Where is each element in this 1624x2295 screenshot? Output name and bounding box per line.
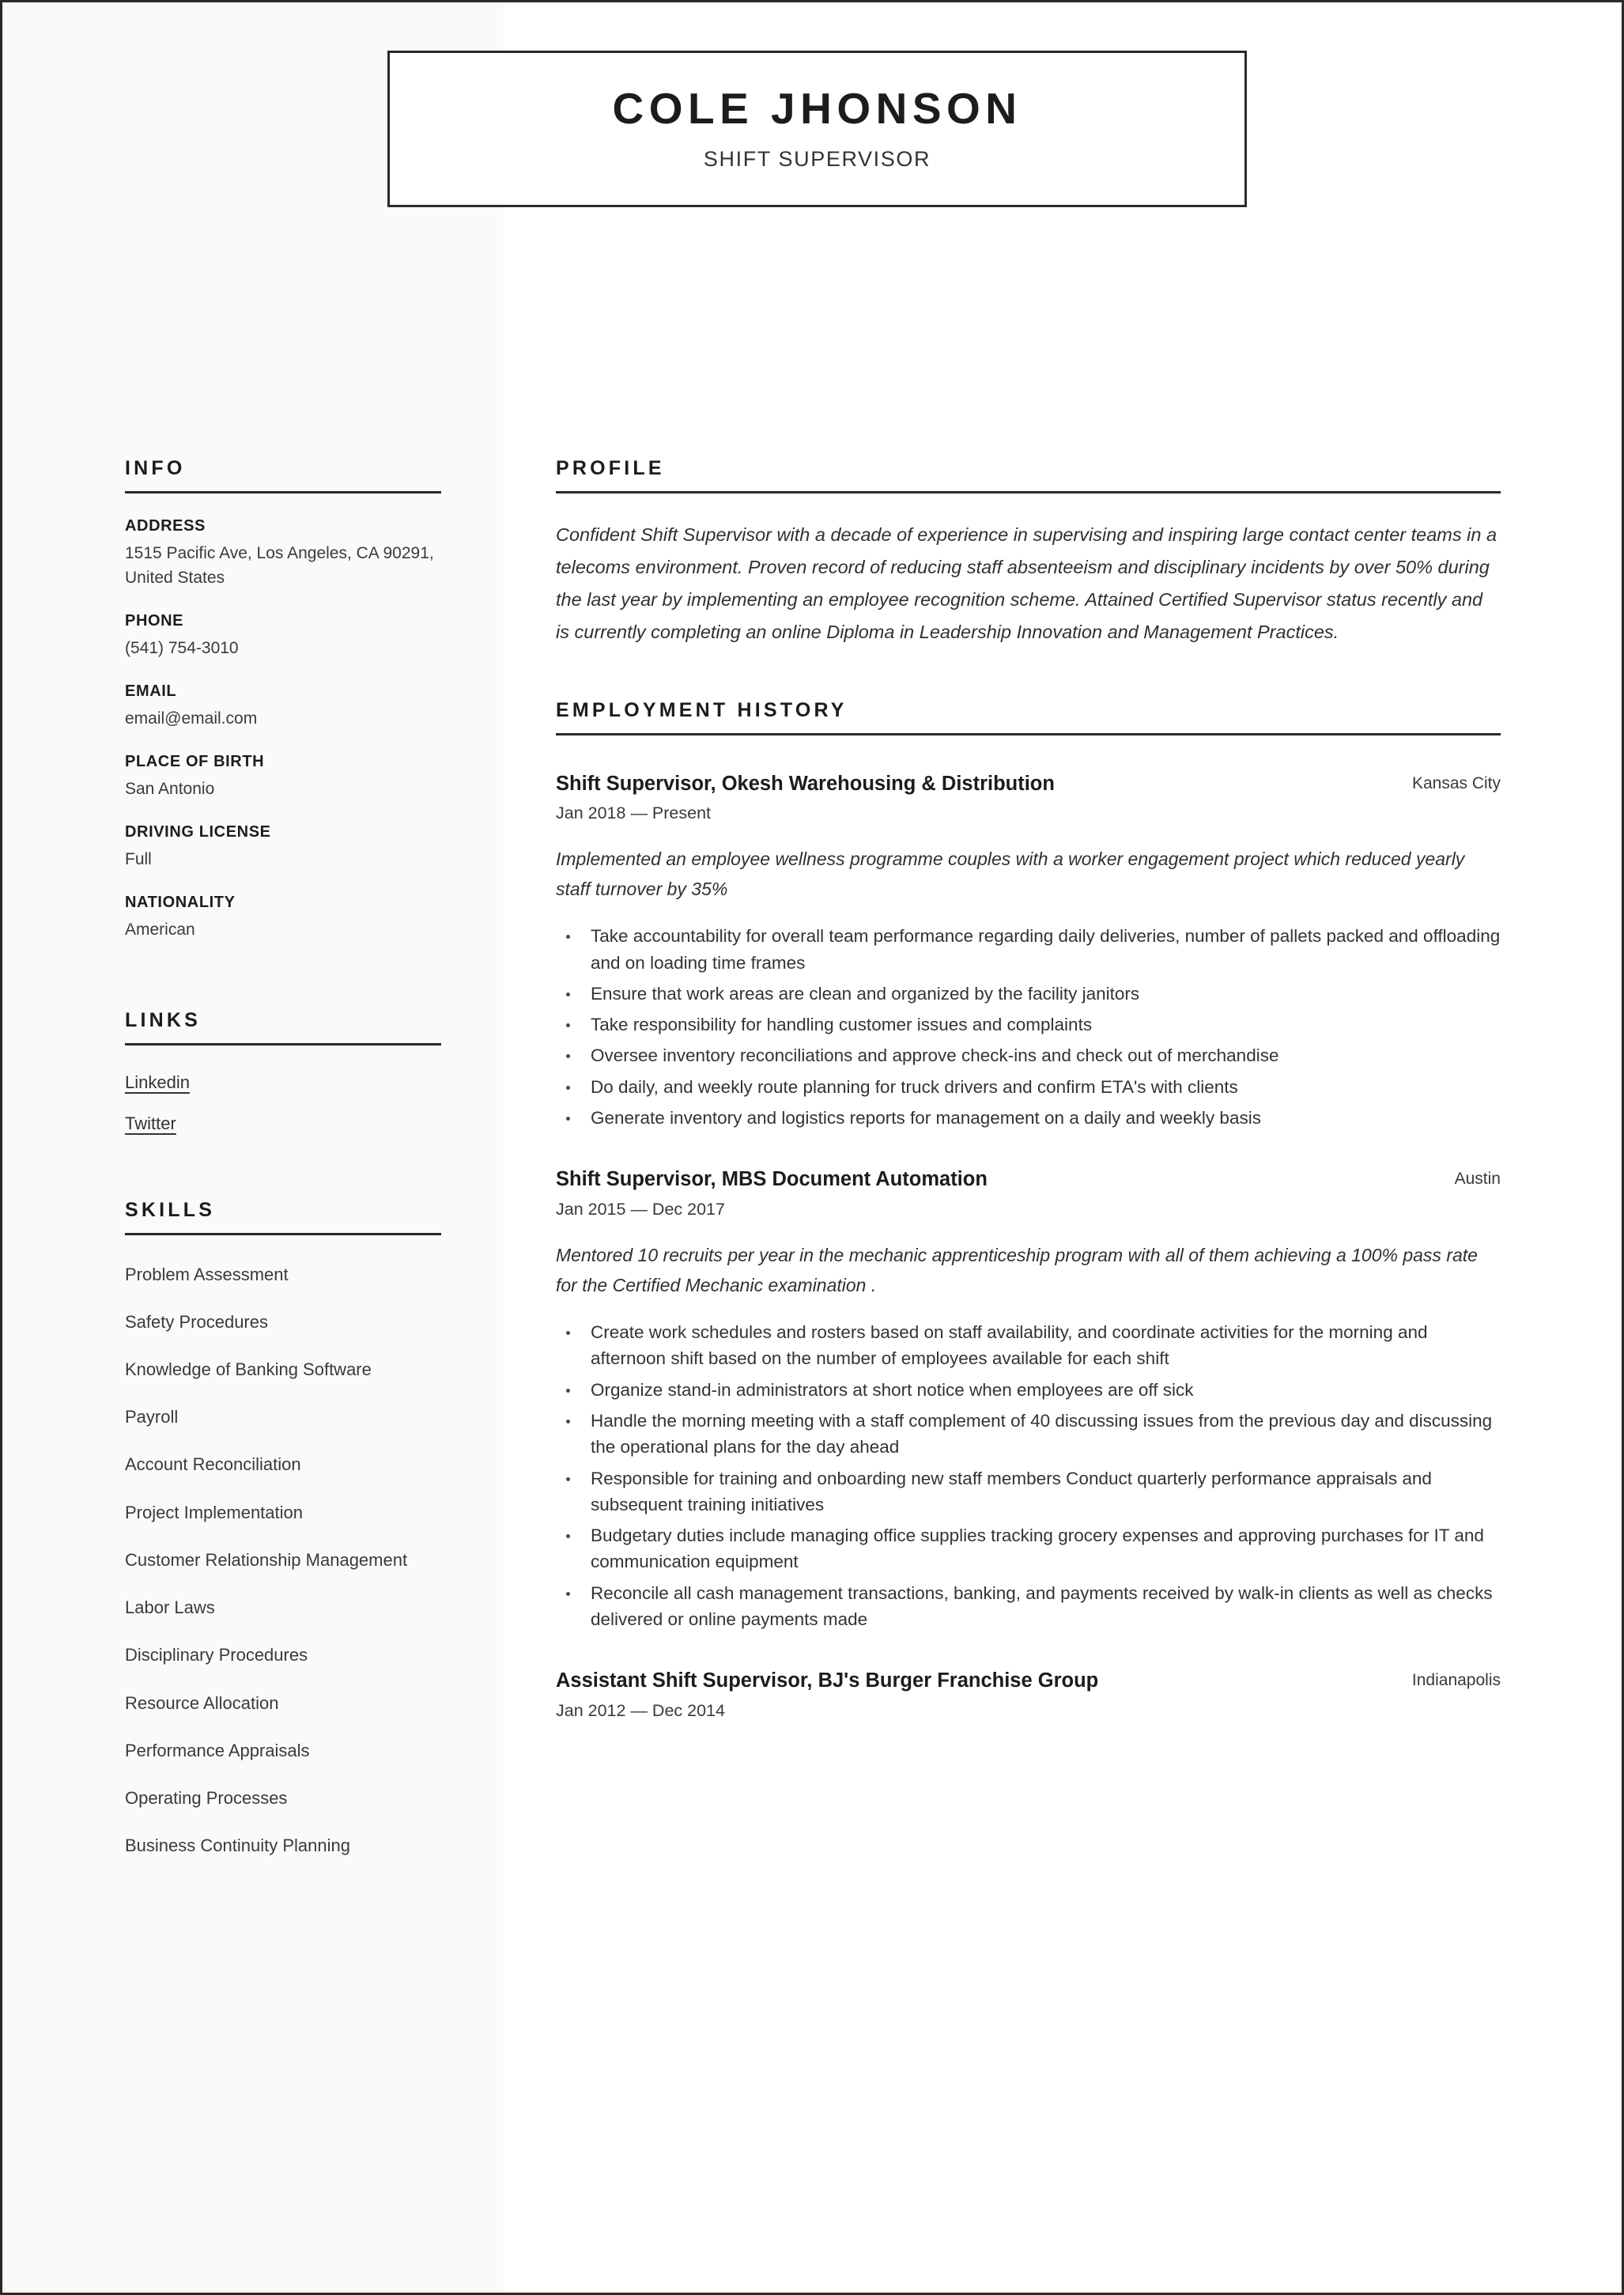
employment-section: EMPLOYMENT HISTORY Shift Supervisor, Oke… xyxy=(556,699,1501,1721)
skills-spacer xyxy=(125,1155,441,1199)
link-twitter[interactable]: Twitter xyxy=(125,1113,176,1134)
job-title: Assistant Shift Supervisor, BJ's Burger … xyxy=(556,1669,1099,1692)
job-location: Austin xyxy=(1454,1170,1501,1189)
main-column: PROFILE Confident Shift Supervisor with … xyxy=(556,457,1501,1721)
skills-heading: SKILLS xyxy=(125,1198,216,1221)
info-item-phone: PHONE (541) 754-3010 xyxy=(125,612,441,660)
skill-item: Project Implementation xyxy=(125,1502,303,1522)
job-bullet: Budgetary duties include managing office… xyxy=(556,1522,1501,1575)
job-location: Kansas City xyxy=(1411,773,1501,792)
skill-item: Resource Allocation xyxy=(125,1692,279,1713)
skill-item: Performance Appraisals xyxy=(125,1740,310,1760)
info-value: (541) 754-3010 xyxy=(125,639,239,658)
info-value: email@email.com xyxy=(125,709,258,728)
info-item-address: ADDRESS 1515 Pacific Ave, Los Angeles, C… xyxy=(125,517,441,590)
job-bullet-list: Create work schedules and rosters based … xyxy=(556,1319,1501,1632)
links-list: Linkedin Twitter xyxy=(125,1072,441,1155)
info-label: PHONE xyxy=(125,612,184,630)
profile-divider xyxy=(556,491,1501,493)
profile-section: PROFILE Confident Shift Supervisor with … xyxy=(556,457,1501,648)
info-label: NATIONALITY xyxy=(125,894,236,912)
job-dates: Jan 2012 — Dec 2014 xyxy=(556,1700,725,1720)
skill-item: Labor Laws xyxy=(125,1597,215,1618)
sidebar: INFO ADDRESS 1515 Pacific Ave, Los Angel… xyxy=(125,457,441,1881)
profile-heading: PROFILE xyxy=(556,457,665,479)
info-value: American xyxy=(125,921,195,940)
skill-item: Account Reconciliation xyxy=(125,1454,301,1475)
skill-item: Disciplinary Procedures xyxy=(125,1645,308,1665)
skills-divider xyxy=(125,1232,441,1235)
job-bullet: Handle the morning meeting with a staff … xyxy=(556,1408,1501,1461)
job-bullet-list: Take accountability for overall team per… xyxy=(556,923,1501,1131)
info-item-driving-license: DRIVING LICENSE Full xyxy=(125,823,441,871)
job-bullet: Responsible for training and onboarding … xyxy=(556,1465,1501,1518)
job-header: Shift Supervisor, Okesh Warehousing & Di… xyxy=(556,770,1501,797)
info-divider xyxy=(125,491,441,493)
employment-spacer xyxy=(556,648,1501,699)
skills-section: SKILLS Problem Assessment Safety Procedu… xyxy=(125,1199,441,1858)
name-header-box: COLE JHONSON SHIFT SUPERVISOR xyxy=(387,51,1247,207)
info-label: PLACE OF BIRTH xyxy=(125,753,265,771)
job-bullet: Generate inventory and logistics reports… xyxy=(556,1105,1501,1131)
full-name: COLE JHONSON xyxy=(612,83,1022,133)
job-dates: Jan 2018 — Present xyxy=(556,803,712,822)
job-bullet: Take responsibility for handling custome… xyxy=(556,1011,1501,1038)
skill-item: Customer Relationship Management xyxy=(125,1549,408,1570)
info-section: INFO ADDRESS 1515 Pacific Ave, Los Angel… xyxy=(125,457,441,943)
job-bullet: Ensure that work areas are clean and org… xyxy=(556,981,1501,1007)
job-entry: Assistant Shift Supervisor, BJ's Burger … xyxy=(556,1667,1501,1720)
link-linkedin[interactable]: Linkedin xyxy=(125,1072,190,1093)
info-value: Full xyxy=(125,850,152,869)
info-label: ADDRESS xyxy=(125,517,206,535)
job-bullet: Reconcile all cash management transactio… xyxy=(556,1580,1501,1633)
job-entry: Shift Supervisor, Okesh Warehousing & Di… xyxy=(556,770,1501,1132)
skill-item: Knowledge of Banking Software xyxy=(125,1359,372,1380)
info-item-email: EMAIL email@email.com xyxy=(125,682,441,731)
info-item-nationality: NATIONALITY American xyxy=(125,894,441,942)
job-title: Shift Supervisor, Okesh Warehousing & Di… xyxy=(556,772,1055,795)
links-section: LINKS Linkedin Twitter xyxy=(125,1009,441,1155)
job-dates: Jan 2015 — Dec 2017 xyxy=(556,1199,725,1219)
header-job-title: SHIFT SUPERVISOR xyxy=(703,147,931,172)
skill-item: Payroll xyxy=(125,1407,179,1427)
job-summary: Implemented an employee wellness program… xyxy=(556,848,1465,900)
job-bullet: Do daily, and weekly route planning for … xyxy=(556,1074,1501,1100)
link-row: Linkedin xyxy=(125,1072,441,1113)
job-bullet: Organize stand-in administrators at shor… xyxy=(556,1377,1501,1403)
info-list: ADDRESS 1515 Pacific Ave, Los Angeles, C… xyxy=(125,517,441,943)
skill-item: Safety Procedures xyxy=(125,1311,268,1332)
job-bullet: Oversee inventory reconciliations and ap… xyxy=(556,1042,1501,1068)
links-heading: LINKS xyxy=(125,1008,201,1031)
info-label: EMAIL xyxy=(125,682,177,701)
job-title: Shift Supervisor, MBS Document Automatio… xyxy=(556,1168,988,1191)
job-bullet: Create work schedules and rosters based … xyxy=(556,1319,1501,1372)
resume-page: COLE JHONSON SHIFT SUPERVISOR INFO ADDRE… xyxy=(0,0,1624,2295)
job-header: Assistant Shift Supervisor, BJ's Burger … xyxy=(556,1667,1501,1694)
skills-list: Problem Assessment Safety Procedures Kno… xyxy=(125,1262,441,1858)
info-heading: INFO xyxy=(125,457,186,479)
job-summary: Mentored 10 recruits per year in the mec… xyxy=(556,1244,1478,1295)
job-header: Shift Supervisor, MBS Document Automatio… xyxy=(556,1166,1501,1193)
employment-divider xyxy=(556,732,1501,735)
links-divider xyxy=(125,1042,441,1045)
job-entry: Shift Supervisor, MBS Document Automatio… xyxy=(556,1166,1501,1632)
skill-item: Operating Processes xyxy=(125,1788,288,1809)
job-location: Indianapolis xyxy=(1411,1671,1501,1690)
info-item-place-of-birth: PLACE OF BIRTH San Antonio xyxy=(125,753,441,801)
job-bullet: Take accountability for overall team per… xyxy=(556,923,1501,976)
info-value: 1515 Pacific Ave, Los Angeles, CA 90291,… xyxy=(125,544,434,588)
links-spacer xyxy=(125,965,441,1009)
info-label: DRIVING LICENSE xyxy=(125,823,271,841)
skill-item: Business Continuity Planning xyxy=(125,1836,350,1856)
skill-item: Problem Assessment xyxy=(125,1264,289,1284)
profile-text: Confident Shift Supervisor with a decade… xyxy=(556,524,1497,642)
link-row: Twitter xyxy=(125,1113,441,1155)
info-value: San Antonio xyxy=(125,780,215,799)
employment-heading: EMPLOYMENT HISTORY xyxy=(556,698,848,721)
